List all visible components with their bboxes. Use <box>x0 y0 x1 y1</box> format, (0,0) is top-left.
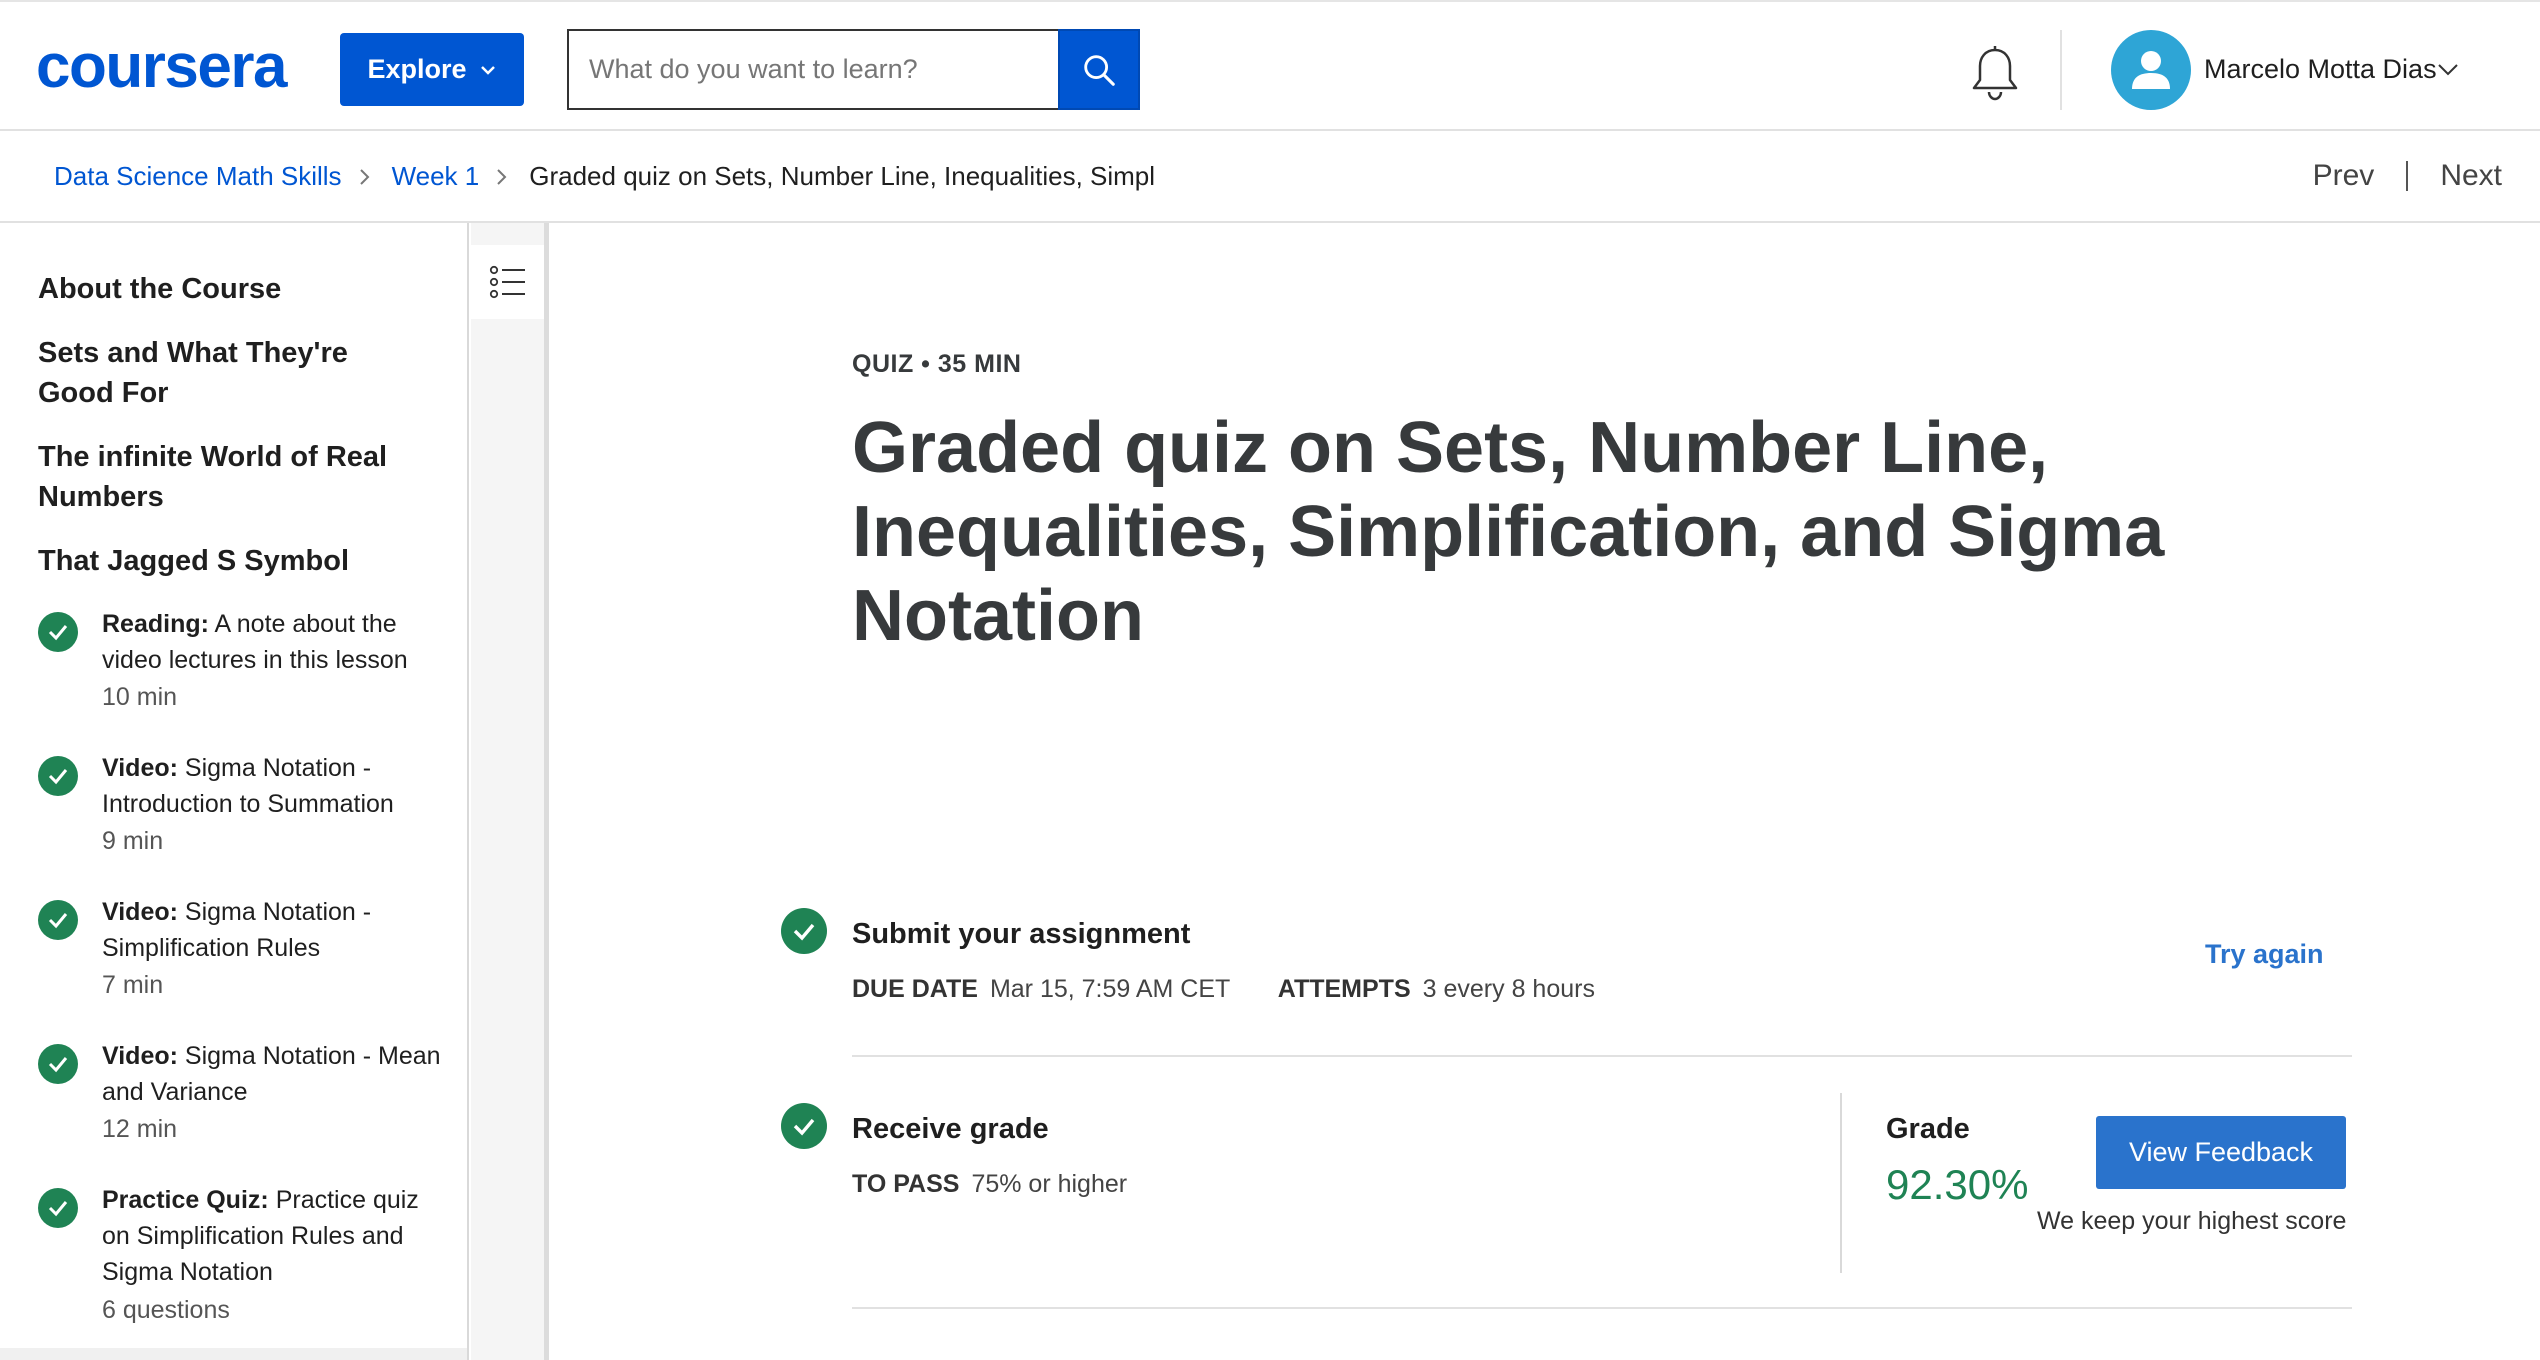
submit-details: DUE DATE Mar 15, 7:59 AM CET ATTEMPTS 3 ev… <box>852 975 1595 1004</box>
sidebar-item-title: Video: Sigma Notation - Simplification R… <box>102 898 372 962</box>
next-link[interactable]: Next <box>2440 159 2502 193</box>
highest-score-note: We keep your highest score <box>2037 1207 2347 1235</box>
search-icon <box>1084 54 1115 86</box>
sidebar-item-duration: 9 min <box>102 827 164 855</box>
sidebar-item[interactable]: Reading: A note about the video lectures… <box>38 606 458 736</box>
submit-assignment-title: Submit your assignment <box>852 918 1191 950</box>
sidebar-item-title: Video: Sigma Notation - Mean and Varianc… <box>102 1042 441 1106</box>
chevron-right-icon <box>359 168 369 185</box>
try-again-link[interactable]: Try again <box>2205 939 2324 970</box>
sidebar-item[interactable]: Video: Sigma Notation - Introduction to … <box>38 750 458 880</box>
sidebar-item-duration: 7 min <box>102 971 164 999</box>
grade-value: 92.30% <box>1886 1161 2029 1208</box>
avatar[interactable] <box>2111 30 2191 110</box>
sidebar-item-title: Practice Quiz: Practice quiz on Simplifi… <box>102 1186 419 1286</box>
prev-next-divider <box>2406 161 2409 191</box>
chevron-down-icon[interactable] <box>2437 63 2459 77</box>
completed-check-icon <box>38 1188 78 1228</box>
sidebar-toggle-column <box>471 223 549 1360</box>
list-icon <box>489 265 525 299</box>
breadcrumb-current: Graded quiz on Sets, Number Line, Inequa… <box>529 161 1156 191</box>
sidebar-item-duration: 12 min <box>102 1115 178 1143</box>
pass-details: TO PASS 75% or higher <box>852 1170 1127 1199</box>
completed-check-icon <box>38 756 78 796</box>
sidebar-heading[interactable]: About the Course <box>38 269 438 309</box>
search-button[interactable] <box>1058 29 1140 110</box>
main-content: QUIZ • 35 MIN Graded quiz on Sets, Numbe… <box>554 223 2540 1360</box>
page-title: Graded quiz on Sets, Number Line, Inequa… <box>852 408 2165 656</box>
sidebar-heading[interactable]: The infinite World of Real Numbers <box>38 437 428 517</box>
bell-icon[interactable] <box>1968 44 2022 102</box>
completed-check-icon <box>38 1044 78 1084</box>
due-date-label: DUE DATE <box>852 975 978 1003</box>
explore-button[interactable]: Explore <box>340 33 524 106</box>
view-feedback-button[interactable]: View Feedback <box>2096 1116 2346 1189</box>
prev-next-nav: Prev Next <box>2313 159 2502 193</box>
grade-divider <box>1840 1093 1842 1273</box>
sidebar-item[interactable]: Video: Sigma Notation - Simplification R… <box>38 894 458 1024</box>
completed-check-icon <box>38 612 78 652</box>
attempts-value: 3 every 8 hours <box>1422 975 1595 1003</box>
sidebar-item-title: Reading: A note about the video lectures… <box>102 610 408 674</box>
sidebar-item-duration: 6 questions <box>102 1296 230 1324</box>
coursera-logo[interactable]: coursera <box>36 36 287 98</box>
grade-label: Grade <box>1886 1113 1970 1145</box>
course-sidebar: About the Course Sets and What They're G… <box>0 223 469 1360</box>
chevron-down-icon <box>480 65 495 75</box>
search-field <box>567 29 1060 110</box>
receive-grade-title: Receive grade <box>852 1113 1049 1145</box>
completed-check-icon <box>781 908 827 954</box>
explore-label: Explore <box>367 54 467 84</box>
header-divider <box>2060 30 2062 110</box>
sidebar-item[interactable]: Video: Sigma Notation - Mean and Varianc… <box>38 1038 458 1168</box>
to-pass-value: 75% or higher <box>971 1170 1128 1198</box>
sidebar-item-title: Video: Sigma Notation - Introduction to … <box>102 754 394 818</box>
sidebar-item-duration: 10 min <box>102 683 178 711</box>
sidebar-heading[interactable]: That Jagged S Symbol <box>38 541 438 581</box>
quiz-meta: QUIZ • 35 MIN <box>852 350 1022 378</box>
sidebar-active-strip <box>0 1348 467 1360</box>
user-icon <box>2132 51 2170 89</box>
search-input[interactable] <box>589 54 1060 85</box>
prev-link[interactable]: Prev <box>2313 159 2375 193</box>
breadcrumb: Data Science Math Skills Week 1 Graded q… <box>54 161 1155 192</box>
completed-check-icon <box>38 900 78 940</box>
user-name[interactable]: Marcelo Motta Dias <box>2204 54 2437 85</box>
section-divider <box>852 1307 2352 1309</box>
section-divider <box>852 1055 2352 1057</box>
toggle-sidebar-button[interactable] <box>471 245 544 319</box>
top-header: coursera Explore Marcelo Motta Dias <box>0 0 2540 131</box>
attempts-label: ATTEMPTS <box>1277 975 1411 1003</box>
chevron-right-icon <box>497 168 507 185</box>
sidebar-item[interactable]: Practice Quiz: Practice quiz on Simplifi… <box>38 1182 458 1352</box>
sidebar-heading[interactable]: Sets and What They're Good For <box>38 333 398 413</box>
to-pass-label: TO PASS <box>852 1170 960 1198</box>
breadcrumb-course-link[interactable]: Data Science Math Skills <box>54 161 342 192</box>
breadcrumb-week-link[interactable]: Week 1 <box>392 161 480 192</box>
completed-check-icon <box>781 1103 827 1149</box>
breadcrumb-bar: Data Science Math Skills Week 1 Graded q… <box>0 131 2540 223</box>
due-date-value: Mar 15, 7:59 AM CET <box>989 975 1230 1003</box>
